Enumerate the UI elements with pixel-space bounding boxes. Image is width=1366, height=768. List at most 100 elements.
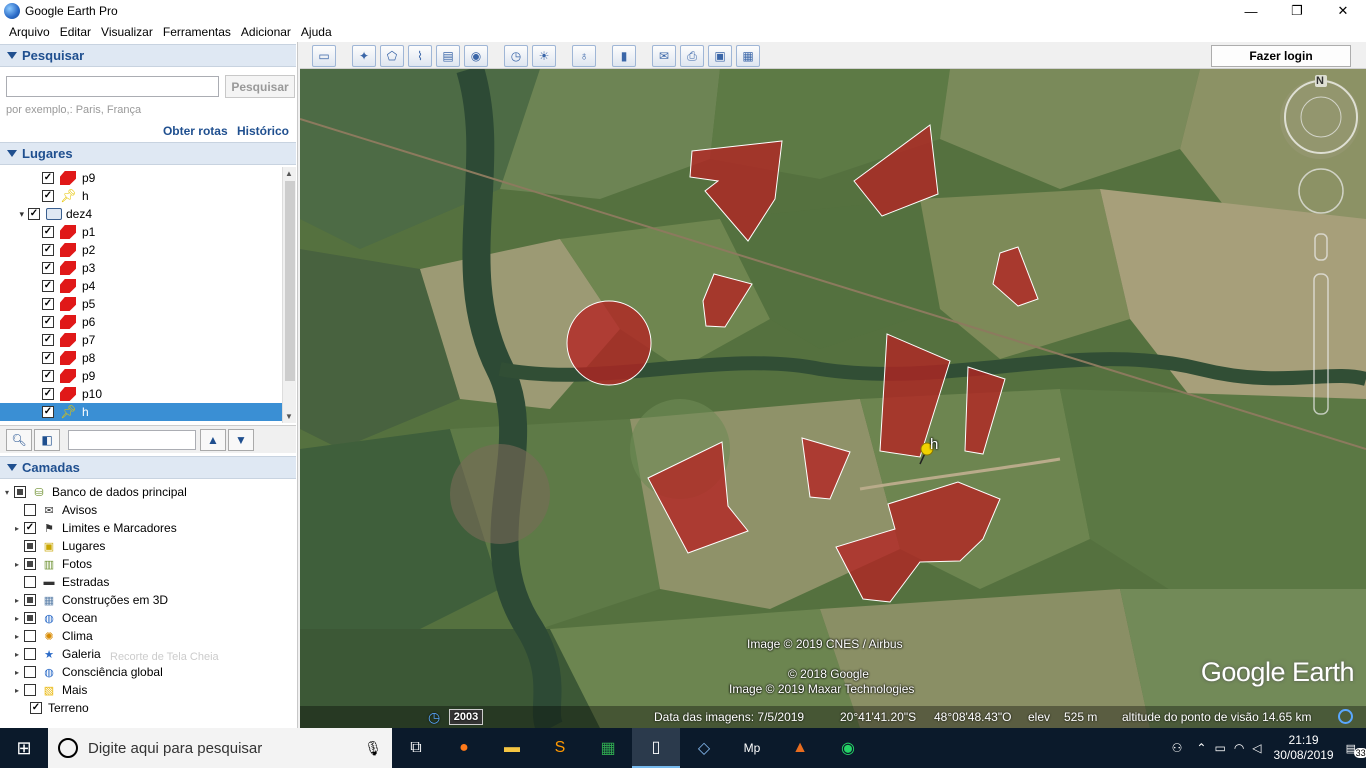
checkbox[interactable]	[24, 612, 36, 624]
move-down-icon[interactable]: ▼	[228, 429, 254, 451]
places-filter-input[interactable]	[68, 430, 196, 450]
places-item[interactable]: p3	[0, 259, 282, 277]
places-item[interactable]: p5	[0, 295, 282, 313]
checkbox[interactable]	[24, 558, 36, 570]
history-link[interactable]: Histórico	[237, 124, 289, 138]
layer-item[interactable]: ▣ Lugares	[0, 537, 296, 555]
places-item[interactable]: p9	[0, 367, 282, 385]
places-item[interactable]: p2	[0, 241, 282, 259]
scroll-down-icon[interactable]: ▼	[285, 412, 293, 421]
notifications-icon[interactable]: ▤ 33	[1346, 742, 1366, 758]
layer-item[interactable]: ▬ Estradas	[0, 573, 296, 591]
places-item[interactable]: 📌︎ h	[0, 187, 282, 205]
checkbox[interactable]	[42, 262, 54, 274]
battery-icon[interactable]: ▭	[1214, 741, 1225, 755]
login-button[interactable]: Fazer login	[1211, 45, 1351, 67]
volume-icon[interactable]: ◁	[1252, 741, 1261, 755]
expand-icon[interactable]: ▸	[10, 614, 24, 623]
checkbox[interactable]	[42, 388, 54, 400]
email-icon[interactable]: ✉	[652, 45, 676, 67]
layer-item[interactable]: ▸ ▥ Fotos	[0, 555, 296, 573]
search-button[interactable]: Pesquisar	[225, 75, 295, 98]
search-places-icon[interactable]: 🔍︎	[6, 429, 32, 451]
checkbox[interactable]	[28, 208, 40, 220]
layer-item[interactable]: ▸ ◍ Ocean	[0, 609, 296, 627]
print-icon[interactable]: ⎙	[680, 45, 704, 67]
historical-clock-icon[interactable]: ◷	[428, 709, 440, 726]
layer-item[interactable]: Terreno	[0, 699, 296, 717]
path-icon[interactable]: ⌇	[408, 45, 432, 67]
checkbox[interactable]	[30, 702, 42, 714]
layer-item[interactable]: ▸ ▧ Mais	[0, 681, 296, 699]
sidebar-icon[interactable]: ▭	[312, 45, 336, 67]
map-view[interactable]: h N Image © 2019 CNES / Airbus © 2018 Go…	[300, 69, 1366, 728]
menu-ajuda[interactable]: Ajuda	[296, 25, 337, 39]
checkbox[interactable]	[42, 334, 54, 346]
checkbox[interactable]	[24, 540, 36, 552]
places-item[interactable]: p1	[0, 223, 282, 241]
historical-imagery-icon[interactable]: ◷	[504, 45, 528, 67]
get-directions-link[interactable]: Obter rotas	[163, 124, 228, 138]
scroll-up-icon[interactable]: ▲	[285, 169, 293, 178]
expand-icon[interactable]: ▸	[10, 686, 24, 695]
expand-icon[interactable]: ▸	[10, 632, 24, 641]
virtualbox-icon[interactable]: ◇	[680, 728, 728, 768]
places-scrollbar[interactable]: ▲ ▼	[282, 167, 296, 423]
excel-icon[interactable]: ▦	[584, 728, 632, 768]
menu-visualizar[interactable]: Visualizar	[96, 25, 158, 39]
places-item[interactable]: p4	[0, 277, 282, 295]
people-icon[interactable]: ⚇	[1172, 741, 1183, 755]
placemark-icon[interactable]: ✦	[352, 45, 376, 67]
firefox-icon[interactable]: ●	[440, 728, 488, 768]
toggle-panel-icon[interactable]: ◧	[34, 429, 60, 451]
checkbox[interactable]	[24, 504, 36, 516]
checkbox[interactable]	[42, 280, 54, 292]
overlay-icon[interactable]: ▤	[436, 45, 460, 67]
year-badge[interactable]: 2003	[449, 709, 483, 725]
expand-icon[interactable]: ▾	[0, 488, 14, 497]
places-item[interactable]: p10	[0, 385, 282, 403]
maximize-button[interactable]: ❐	[1274, 0, 1320, 22]
move-up-icon[interactable]: ▲	[200, 429, 226, 451]
save-image-icon[interactable]: ▣	[708, 45, 732, 67]
wifi-icon[interactable]: ◠	[1234, 741, 1244, 755]
layers-section-header[interactable]: Camadas	[0, 456, 296, 479]
layer-item[interactable]: ▸ ⚑ Limites e Marcadores	[0, 519, 296, 537]
record-tour-icon[interactable]: ◉	[464, 45, 488, 67]
places-item[interactable]: 📌︎ h	[0, 403, 282, 421]
menu-adicionar[interactable]: Adicionar	[236, 25, 296, 39]
checkbox[interactable]	[24, 630, 36, 642]
expand-icon[interactable]: ▸	[10, 560, 24, 569]
checkbox[interactable]	[42, 370, 54, 382]
expand-icon[interactable]: ▸	[10, 524, 24, 533]
checkbox[interactable]	[42, 298, 54, 310]
checkbox[interactable]	[24, 576, 36, 588]
checkbox[interactable]	[42, 172, 54, 184]
layer-item[interactable]: ▸ ▦ Construções em 3D	[0, 591, 296, 609]
show-hidden-icons-icon[interactable]: ⌃	[1196, 741, 1206, 755]
checkbox[interactable]	[24, 666, 36, 678]
scroll-thumb[interactable]	[285, 181, 295, 381]
planets-icon[interactable]: ♁	[572, 45, 596, 67]
expand-icon[interactable]: ▸	[10, 650, 24, 659]
layer-item[interactable]: ▸ ◍ Consciência global	[0, 663, 296, 681]
checkbox[interactable]	[24, 594, 36, 606]
sublime-icon[interactable]: S	[536, 728, 584, 768]
windows-start-icon[interactable]: ⊞	[0, 728, 48, 768]
checkbox[interactable]	[42, 406, 54, 418]
taskbar-search-box[interactable]: Digite aqui para pesquisar 🎙︎	[48, 728, 392, 768]
document-icon[interactable]: ▯	[632, 728, 680, 768]
places-section-header[interactable]: Lugares	[0, 142, 296, 165]
mp-icon[interactable]: Mp	[728, 728, 776, 768]
search-input[interactable]	[6, 76, 219, 97]
menu-arquivo[interactable]: Arquivo	[0, 25, 55, 39]
view-in-maps-icon[interactable]: ▦	[736, 45, 760, 67]
task-view-icon[interactable]: ⧉	[392, 728, 440, 768]
checkbox[interactable]	[42, 316, 54, 328]
places-item[interactable]: ▾ dez4	[0, 205, 282, 223]
sunlight-icon[interactable]: ☀	[532, 45, 556, 67]
layer-item[interactable]: ▾ ⛁ Banco de dados principal	[0, 483, 296, 501]
layer-item[interactable]: ✉ Avisos	[0, 501, 296, 519]
checkbox[interactable]	[24, 648, 36, 660]
expand-icon[interactable]: ▸	[10, 668, 24, 677]
